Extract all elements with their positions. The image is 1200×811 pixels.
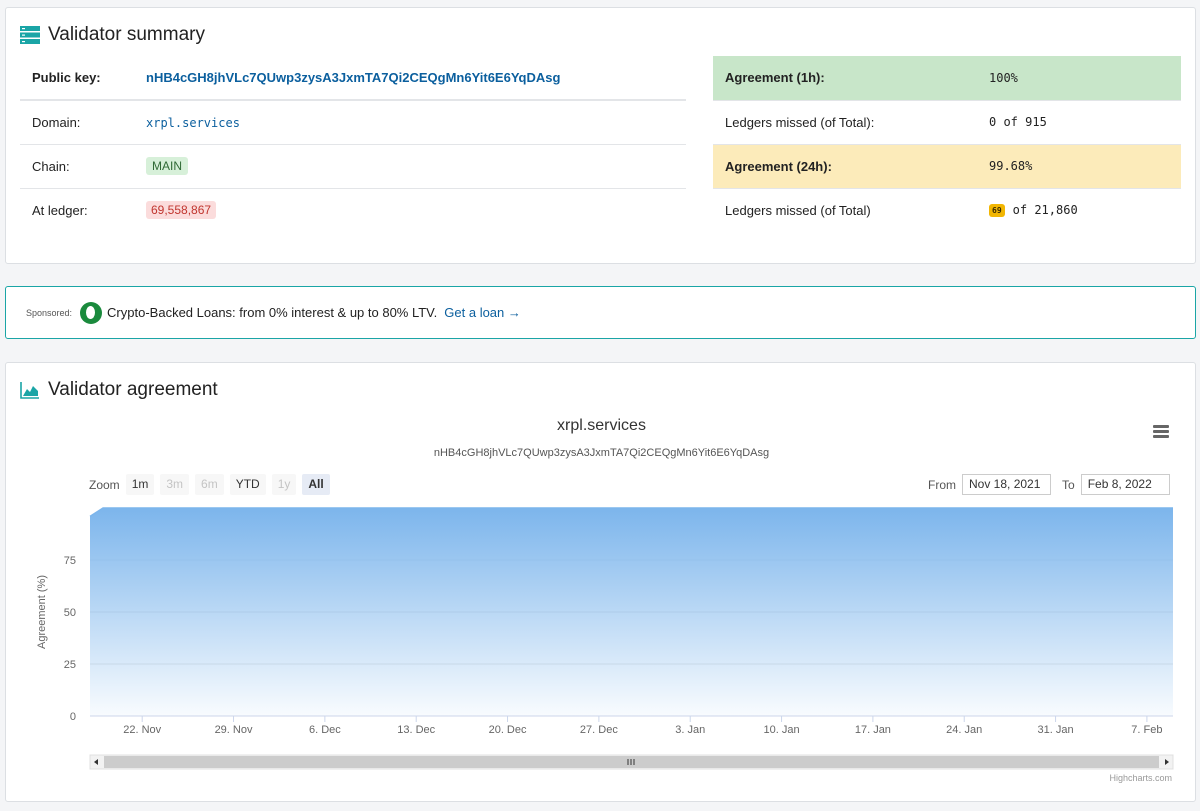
from-date-input[interactable]: Nov 18, 2021 bbox=[962, 474, 1051, 495]
agreement-area-series bbox=[90, 508, 1173, 716]
x-tick-label: 7. Feb bbox=[1131, 724, 1162, 736]
hamburger-menu-icon[interactable] bbox=[1153, 425, 1169, 438]
missed-24h-row: Ledgers missed (of Total) 69 of 21,860 bbox=[713, 187, 1181, 232]
missed-24h-value: of 21,860 bbox=[1012, 203, 1078, 218]
x-tick-label: 20. Dec bbox=[489, 724, 527, 736]
zoom-bar: Zoom 1m 3m 6m YTD 1y All bbox=[89, 474, 336, 495]
zoom-6m-button: 6m bbox=[195, 474, 224, 495]
chart-subtitle: nHB4cGH8jhVLc7QUwp3zysA3JxmTA7Qi2CEQgMn6… bbox=[433, 447, 770, 459]
missed-24h-label: Ledgers missed (of Total) bbox=[713, 187, 989, 232]
sponsor-logo-icon bbox=[80, 301, 103, 324]
y-tick-label-50: 50 bbox=[64, 607, 76, 619]
x-tick-label: 10. Jan bbox=[764, 724, 800, 736]
validator-summary-title-text: Validator summary bbox=[48, 24, 205, 45]
agreement-1h-label: Agreement (1h): bbox=[713, 56, 989, 100]
x-tick-label: 6. Dec bbox=[309, 724, 341, 736]
y-axis-title: Agreement (%) bbox=[36, 575, 48, 649]
chain-badge: MAIN bbox=[146, 157, 188, 175]
agreement-24h-label: Agreement (24h): bbox=[713, 143, 989, 188]
validator-info-table: Public key: nHB4cGH8jhVLc7QUwp3zysA3JxmT… bbox=[20, 56, 686, 232]
validator-summary-card: Validator summary Public key: nHB4cGH8jh… bbox=[5, 7, 1196, 264]
zoom-1m-button[interactable]: 1m bbox=[125, 474, 155, 495]
domain-link[interactable]: xrpl.services bbox=[146, 116, 240, 130]
x-tick-label: 22. Nov bbox=[123, 724, 161, 736]
x-tick-label: 27. Dec bbox=[580, 724, 618, 736]
agreement-1h-value: 100% bbox=[989, 56, 1181, 100]
domain-row: Domain: xrpl.services bbox=[20, 99, 686, 144]
date-range-selector: From Nov 18, 2021 To Feb 8, 2022 bbox=[928, 474, 1170, 495]
to-label: To bbox=[1062, 477, 1075, 492]
missed-24h-cell: 69 of 21,860 bbox=[989, 187, 1181, 232]
to-date-input[interactable]: Feb 8, 2022 bbox=[1080, 474, 1170, 495]
public-key-link[interactable]: nHB4cGH8jhVLc7QUwp3zysA3JxmTA7Qi2CEQgMn6… bbox=[146, 70, 560, 85]
sponsor-banner: Sponsored: Crypto-Backed Loans: from 0% … bbox=[5, 286, 1196, 339]
validator-summary-title: Validator summary bbox=[20, 24, 205, 46]
zoom-label: Zoom bbox=[89, 477, 120, 492]
ledger-badge: 69,558,867 bbox=[146, 201, 217, 220]
sponsor-text: Crypto-Backed Loans: from 0% interest & … bbox=[107, 305, 438, 320]
server-icon bbox=[20, 26, 40, 44]
public-key-label: Public key: bbox=[20, 56, 146, 101]
ledger-label: At ledger: bbox=[20, 187, 146, 232]
agreement-24h-value: 99.68% bbox=[989, 143, 1181, 188]
agreement-24h-row: Agreement (24h): 99.68% bbox=[713, 143, 1181, 188]
get-loan-link[interactable]: Get a loan → bbox=[444, 305, 521, 320]
validator-agreement-title-text: Validator agreement bbox=[48, 379, 218, 400]
chain-row: Chain: MAIN bbox=[20, 143, 686, 188]
chain-label: Chain: bbox=[20, 143, 146, 188]
chart-title: xrpl.services bbox=[557, 417, 646, 434]
zoom-1y-button: 1y bbox=[271, 474, 297, 495]
zoom-all-button[interactable]: All bbox=[302, 474, 330, 495]
missed-1h-row: Ledgers missed (of Total): 0 of 915 bbox=[713, 99, 1181, 144]
x-tick-label: 31. Jan bbox=[1038, 724, 1074, 736]
validator-agreement-title: Validator agreement bbox=[20, 379, 218, 401]
y-tick-label-0: 0 bbox=[70, 711, 76, 723]
zoom-ytd-button[interactable]: YTD bbox=[229, 474, 266, 495]
public-key-row: Public key: nHB4cGH8jhVLc7QUwp3zysA3JxmT… bbox=[20, 56, 686, 101]
missed-24h-badge: 69 bbox=[989, 204, 1005, 218]
area-chart-icon bbox=[20, 382, 39, 399]
y-tick-label-75: 75 bbox=[64, 555, 76, 567]
validator-agreement-card: Validator agreement xrpl.services nHB4cG… bbox=[5, 362, 1196, 802]
ledger-row: At ledger: 69,558,867 bbox=[20, 187, 686, 232]
from-label: From bbox=[928, 477, 956, 492]
agreement-chart: 0 25 50 75 22. Nov 29. Nov 6. Dec 13. Dec 20. De… bbox=[36, 507, 1174, 770]
y-tick-label-25: 25 bbox=[64, 659, 76, 671]
missed-1h-label: Ledgers missed (of Total): bbox=[713, 99, 989, 144]
missed-1h-value: 0 of 915 bbox=[989, 99, 1181, 144]
highcharts-credits-link[interactable]: Highcharts.com bbox=[1109, 773, 1172, 783]
zoom-3m-button: 3m bbox=[160, 474, 190, 495]
sponsored-label: Sponsored: bbox=[26, 307, 73, 318]
x-tick-label: 13. Dec bbox=[397, 724, 435, 736]
x-tick-label: 24. Jan bbox=[946, 724, 982, 736]
agreement-1h-row: Agreement (1h): 100% bbox=[713, 56, 1181, 100]
x-tick-label: 17. Jan bbox=[855, 724, 891, 736]
domain-label: Domain: bbox=[20, 99, 146, 144]
x-tick-label: 3. Jan bbox=[675, 724, 705, 736]
agreement-stats-table: Agreement (1h): 100% Ledgers missed (of … bbox=[713, 56, 1181, 232]
x-tick-label: 29. Nov bbox=[215, 724, 253, 736]
